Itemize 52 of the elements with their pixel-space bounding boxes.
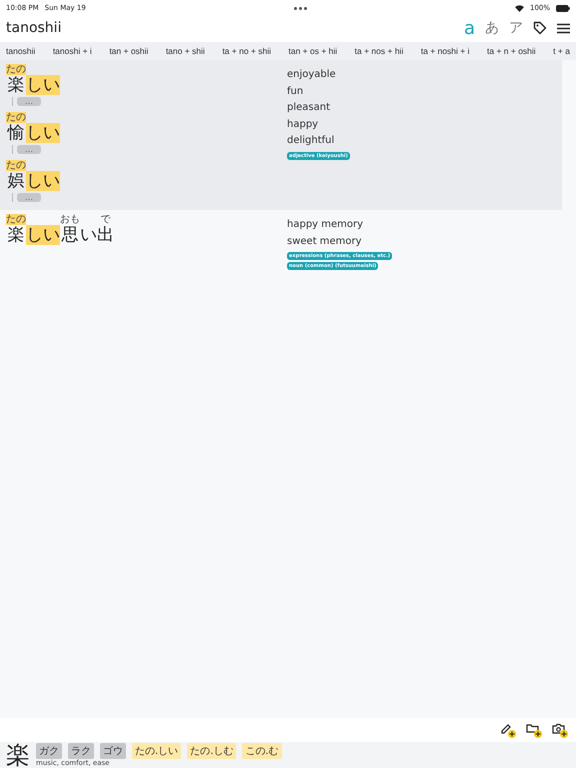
kanji-character: 楽	[8, 75, 24, 95]
kanji-character: 愉	[8, 123, 24, 143]
reading-chip[interactable]: この.む	[242, 743, 282, 759]
segmentation-option[interactable]: tanoshi + i	[48, 46, 96, 56]
furigana: たの	[6, 214, 26, 225]
segmentation-option[interactable]: tanoshii	[2, 46, 40, 56]
tag-icon[interactable]	[533, 21, 547, 35]
furigana: で	[100, 214, 110, 225]
kana-text: しい	[26, 171, 60, 191]
segmentation-option[interactable]: ta + no + shii	[218, 46, 275, 56]
segmentation-option[interactable]: ta + noshi + i	[416, 46, 474, 56]
segmentation-option[interactable]: tan + oshii	[105, 46, 152, 56]
meaning-text: enjoyable	[287, 68, 337, 82]
reading-chip[interactable]: たの.しむ	[187, 743, 236, 759]
segmentation-option[interactable]: tano + shii	[162, 46, 209, 56]
battery-icon	[556, 4, 570, 12]
script-toggle[interactable]: ア	[509, 19, 523, 37]
furigana: おも	[60, 214, 80, 225]
camera-add-icon[interactable]	[552, 722, 568, 738]
reading-chip[interactable]: ガク	[36, 743, 62, 759]
kanji-character[interactable]: 楽	[6, 742, 30, 768]
meaning-text: delightful	[287, 134, 336, 148]
search-query: tanoshii	[6, 20, 62, 36]
kanji-character: 思	[62, 225, 78, 245]
meaning-text: sweet memory	[287, 234, 363, 248]
segmentation-option[interactable]: t + a	[549, 46, 574, 56]
pen-add-icon[interactable]	[500, 722, 516, 738]
kanji-character: 出	[97, 225, 114, 245]
meaning-text: happy	[287, 118, 320, 132]
furigana: たの	[6, 112, 26, 123]
kana-text: い	[80, 225, 97, 245]
furigana: たの	[6, 64, 26, 75]
furigana: たの	[6, 160, 26, 171]
meaning-text: fun	[287, 84, 304, 98]
meaning-text: happy memory	[287, 218, 364, 232]
multitasking-icon[interactable]	[294, 6, 307, 10]
reading-chip[interactable]: ラク	[68, 743, 94, 759]
kana-text: しい	[26, 225, 60, 245]
meaning-text: pleasant	[287, 101, 332, 115]
menu-icon[interactable]	[557, 22, 570, 34]
kanji-character: 娯	[8, 171, 24, 191]
reading-chip[interactable]: ゴウ	[100, 743, 126, 759]
segmentation-option[interactable]: tan + os + hii	[284, 46, 342, 56]
reading-chip[interactable]: たの.しい	[132, 743, 182, 759]
kana-text: しい	[26, 75, 60, 95]
kana-text: しい	[26, 123, 60, 143]
script-toggle[interactable]: あ	[485, 19, 499, 37]
kanji-character: 楽	[8, 225, 24, 245]
segmentation-option[interactable]: ta + nos + hii	[350, 46, 408, 56]
wifi-icon	[514, 4, 524, 12]
segmentation-option[interactable]: ta + n + oshii	[483, 46, 540, 56]
folder-add-icon[interactable]	[526, 722, 542, 738]
